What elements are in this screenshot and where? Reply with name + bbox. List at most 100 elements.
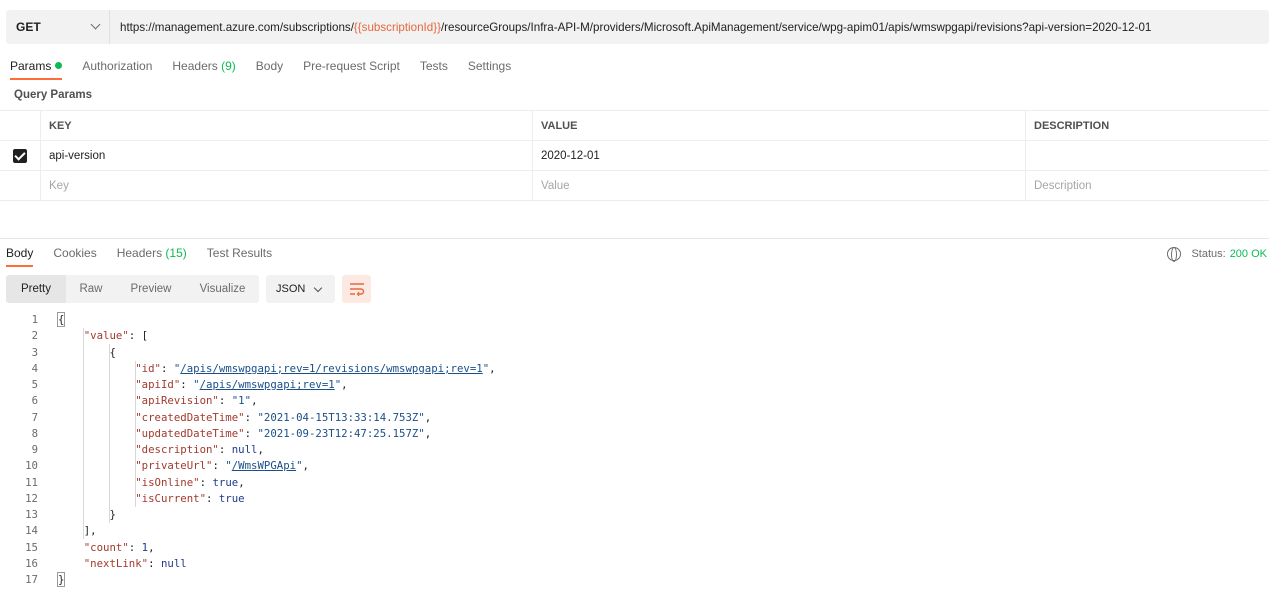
method-select[interactable]: GET [6,10,110,44]
line-number: 7 [31,410,38,424]
wrap-lines-button[interactable] [342,275,371,303]
line-number: 10 [25,459,38,473]
json-link[interactable]: /apis/wmswpgapi;rev=1 [200,378,335,391]
response-body-viewer[interactable]: 1{ 2 "value": [ 3 { 4 "id": "/apis/wmswp… [0,312,1269,588]
request-url-bar: GET https://management.azure.com/subscri… [6,10,1269,44]
line-number: 17 [25,573,38,586]
chevron-down-icon [90,19,101,30]
tab-body[interactable]: Body [246,56,293,80]
tab-test-results[interactable]: Test Results [197,243,282,267]
code-line: 17} [0,572,1269,588]
tab-tests[interactable]: Tests [410,56,458,80]
code-line: 4 "id": "/apis/wmswpgapi;rev=1/revisions… [0,361,1269,377]
code-line: 9 "description": null, [0,442,1269,458]
view-preview-button[interactable]: Preview [116,275,186,303]
format-label: JSON [276,283,306,295]
param-description-input[interactable] [1025,141,1269,170]
tab-headers-label: Headers [172,59,218,73]
code-line: 1{ [0,312,1269,328]
json-string: "1" [231,394,252,408]
json-key: "nextLink" [83,556,149,570]
code-text: } [58,508,116,521]
table-row-new: Key Value Description [0,171,1269,201]
params-active-dot [55,62,63,69]
query-params-title: Query Params [14,89,92,101]
format-select[interactable]: JSON [266,275,335,303]
request-response-divider [0,238,1269,239]
line-number: 13 [25,508,38,521]
code-text: "description": null, [135,443,264,456]
view-pretty-button[interactable]: Pretty [6,275,66,303]
code-text: "apiRevision": "1", [135,394,258,408]
json-keyword: true [218,491,245,505]
view-visualize-button[interactable]: Visualize [186,275,259,303]
line-number: 11 [25,475,38,489]
line-number: 16 [25,556,38,570]
param-value-input[interactable]: 2020-12-01 [532,141,1025,170]
tab-test-results-label: Test Results [206,246,273,260]
json-string: "2021-09-23T12:47:25.157Z" [257,426,425,440]
url-input[interactable]: https://management.azure.com/subscriptio… [110,21,1151,34]
code-line: 2 "value": [ [0,328,1269,344]
json-key: "createdDateTime" [135,410,245,424]
new-row-checkbox-cell [0,171,40,200]
param-key-input[interactable]: api-version [40,141,532,170]
tab-params[interactable]: Params [0,56,72,80]
code-line: 10 "privateUrl": "/WmsWPGApi", [0,458,1269,474]
code-text: "id": "/apis/wmswpgapi;rev=1/revisions/w… [135,361,496,375]
globe-icon[interactable] [1167,247,1182,262]
status-value[interactable]: 200 OK [1230,248,1267,260]
code-text: } [56,572,66,587]
code-line: 7 "createdDateTime": "2021-04-15T13:33:1… [0,410,1269,426]
tab-cookies[interactable]: Cookies [43,243,106,267]
tab-response-headers-count: (15) [165,246,187,260]
line-number: 12 [25,491,38,505]
json-key: "value" [83,329,129,343]
view-raw-button[interactable]: Raw [66,275,116,303]
code-text: "apiId": "/apis/wmswpgapi;rev=1", [135,378,348,391]
line-number: 4 [31,361,38,375]
new-key-input[interactable]: Key [40,171,532,200]
tab-authorization[interactable]: Authorization [72,56,162,80]
code-line: 12 "isCurrent": true [0,491,1269,507]
tab-cookies-label: Cookies [53,246,97,260]
new-value-input[interactable]: Value [532,171,1025,200]
json-keyword: true [212,475,239,489]
query-params-table: KEY VALUE DESCRIPTION api-version 2020-1… [0,110,1269,201]
line-number: 1 [31,313,38,326]
code-text: "count": 1, [83,540,155,554]
tab-prerequest-script[interactable]: Pre-request Script [293,56,410,80]
status-label: Status: [1191,248,1226,260]
json-link[interactable]: /WmsWPGApi [232,459,296,472]
tab-body-label: Body [255,59,284,73]
code-line: 3 { [0,345,1269,361]
json-keyword: null [160,556,187,570]
tab-response-body[interactable]: Body [0,243,43,267]
code-line: 6 "apiRevision": "1", [0,393,1269,409]
line-number: 14 [25,524,38,538]
code-text: "value": [ [83,329,149,343]
tab-settings-label: Settings [467,59,512,73]
row-enabled-checkbox[interactable] [13,148,27,163]
json-key: "description" [135,443,219,456]
code-text: { [56,312,66,327]
tab-headers[interactable]: Headers (9) [162,56,245,80]
new-description-input[interactable]: Description [1025,171,1269,200]
row-checkbox-cell [0,141,40,170]
tab-params-label: Params [10,59,52,73]
response-tabs: Body Cookies Headers (15) Test Results [0,243,282,269]
json-string: "2021-04-15T13:33:14.753Z" [257,410,425,424]
header-key: KEY [40,111,532,140]
tab-settings[interactable]: Settings [458,56,521,80]
url-variable: {{subscriptionId}} [353,20,441,34]
line-number: 2 [31,329,38,343]
json-link[interactable]: /apis/wmswpgapi;rev=1/revisions/wmswpgap… [180,362,482,375]
line-number: 15 [25,540,38,554]
json-key: "isOnline" [135,475,200,489]
json-key: "privateUrl" [135,459,213,473]
code-line: 16 "nextLink": null [0,556,1269,572]
chevron-down-icon [313,283,323,293]
tab-response-headers[interactable]: Headers (15) [107,243,197,267]
code-text: { [58,345,116,359]
json-key: "id" [135,361,161,375]
